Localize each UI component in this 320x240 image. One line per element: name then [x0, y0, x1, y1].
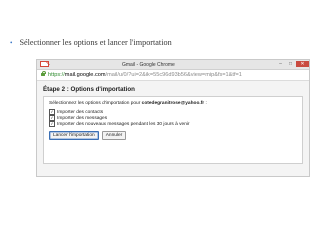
bullet-glyph: • [10, 38, 13, 47]
intro-suffix: : [204, 101, 207, 106]
url-scheme: https:// [48, 72, 65, 78]
url-host: mail.google.com [64, 72, 106, 78]
option-label: Importer des contacts [57, 109, 104, 115]
dialog-content: Étape 2 : Options d'importation Sélectio… [37, 81, 309, 164]
slide-caption: Sélectionner les options et lancer l'imp… [19, 38, 172, 47]
browser-window: Gmail - Google Chrome – □ ✕ https://mail… [36, 59, 310, 177]
option-import-new-messages[interactable]: ✓ Importer des nouveaux messages pendant… [49, 121, 297, 127]
intro-prefix: Sélectionnez les options d'importation p… [49, 101, 142, 106]
checkbox-import-new-messages[interactable]: ✓ [49, 121, 55, 127]
slide-bullet-point: • Sélectionner les options et lancer l'i… [10, 38, 172, 47]
url-path: /mail/u/0/?ui=2&ik=55c96d93b56&view=mip&… [105, 72, 242, 78]
start-import-button[interactable]: Lancer l'importation [49, 131, 99, 140]
dialog-buttons: Lancer l'importation Annuler [49, 131, 297, 140]
option-label: Importer des messages [57, 115, 108, 121]
import-options-panel: Sélectionnez les options d'importation p… [43, 96, 303, 164]
window-title: Gmail - Google Chrome [122, 61, 175, 68]
maximize-button[interactable]: □ [286, 61, 295, 67]
gmail-icon [40, 61, 49, 67]
minimize-button[interactable]: – [276, 61, 285, 67]
close-button[interactable]: ✕ [296, 61, 309, 67]
step-title: Étape 2 : Options d'importation [43, 86, 135, 93]
account-email: cotedegranitrose@yahoo.fr [141, 101, 205, 106]
url-text[interactable]: https://mail.google.com/mail/u/0/?ui=2&i… [48, 72, 242, 78]
cancel-button[interactable]: Annuler [101, 131, 127, 140]
intro-text: Sélectionnez les options d'importation p… [49, 101, 297, 106]
address-bar[interactable]: https://mail.google.com/mail/u/0/?ui=2&i… [37, 70, 309, 81]
window-titlebar: Gmail - Google Chrome – □ ✕ [37, 60, 309, 70]
lock-icon [41, 71, 46, 76]
option-label: Importer des nouveaux messages pendant l… [57, 121, 190, 127]
